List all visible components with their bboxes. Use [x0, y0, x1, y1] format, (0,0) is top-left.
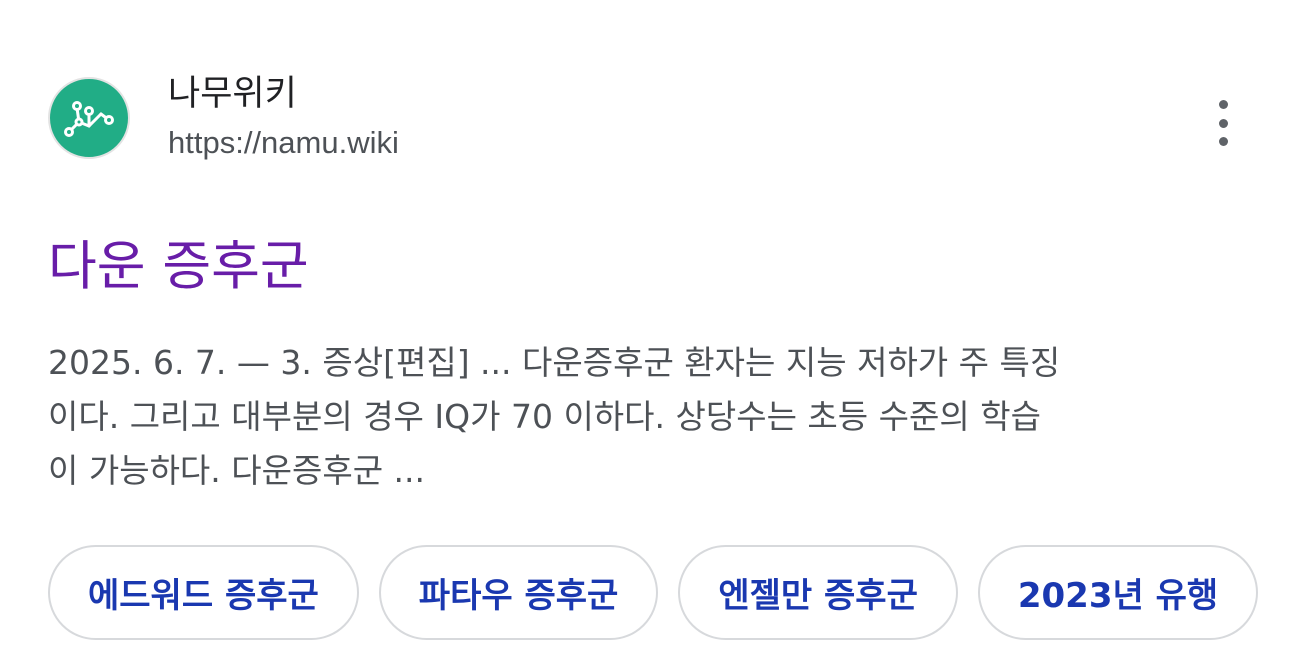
search-result: 나무위키 https://namu.wiki 다운 증후군 2025. 6. 7… — [0, 0, 1290, 668]
site-info[interactable]: 나무위키 https://namu.wiki — [48, 74, 399, 162]
result-snippet: 2025. 6. 7. — 3. 증상[편집] ... 다운증후군 환자는 지능… — [48, 336, 1238, 498]
site-name[interactable]: 나무위키 — [168, 74, 399, 114]
related-chip-angelman[interactable]: 엔젤만 증후군 — [678, 545, 958, 640]
site-text: 나무위키 https://namu.wiki — [168, 74, 399, 162]
more-dot — [1218, 137, 1228, 146]
related-chip-2023[interactable]: 2023년 유행 — [977, 545, 1259, 640]
result-title-link[interactable]: 다운 증후군 — [48, 232, 309, 302]
namu-wiki-logo-icon — [48, 77, 130, 159]
namu-wiki-logo-glyph — [64, 101, 114, 137]
related-chip-patau[interactable]: 파타우 증후군 — [378, 545, 659, 640]
snippet-line: 이 가능하다. 다운증후군 ... — [48, 451, 426, 490]
more-dot — [1218, 118, 1228, 128]
snippet-line: 이다. 그리고 대부분의 경우 IQ가 70 이하다. 상당수는 초등 수준의 … — [48, 397, 1041, 436]
related-searches: 에드워드 증후군 파타우 증후군 엔젤만 증후군 2023년 유행 — [48, 545, 1259, 640]
snippet-line: 2025. 6. 7. — 3. 증상[편집] ... 다운증후군 환자는 지능… — [48, 343, 1061, 382]
related-chip-edwards[interactable]: 에드워드 증후군 — [48, 545, 359, 640]
site-url[interactable]: https://namu.wiki — [168, 124, 399, 162]
more-dot — [1218, 100, 1228, 109]
more-vert-icon[interactable] — [1200, 98, 1246, 148]
